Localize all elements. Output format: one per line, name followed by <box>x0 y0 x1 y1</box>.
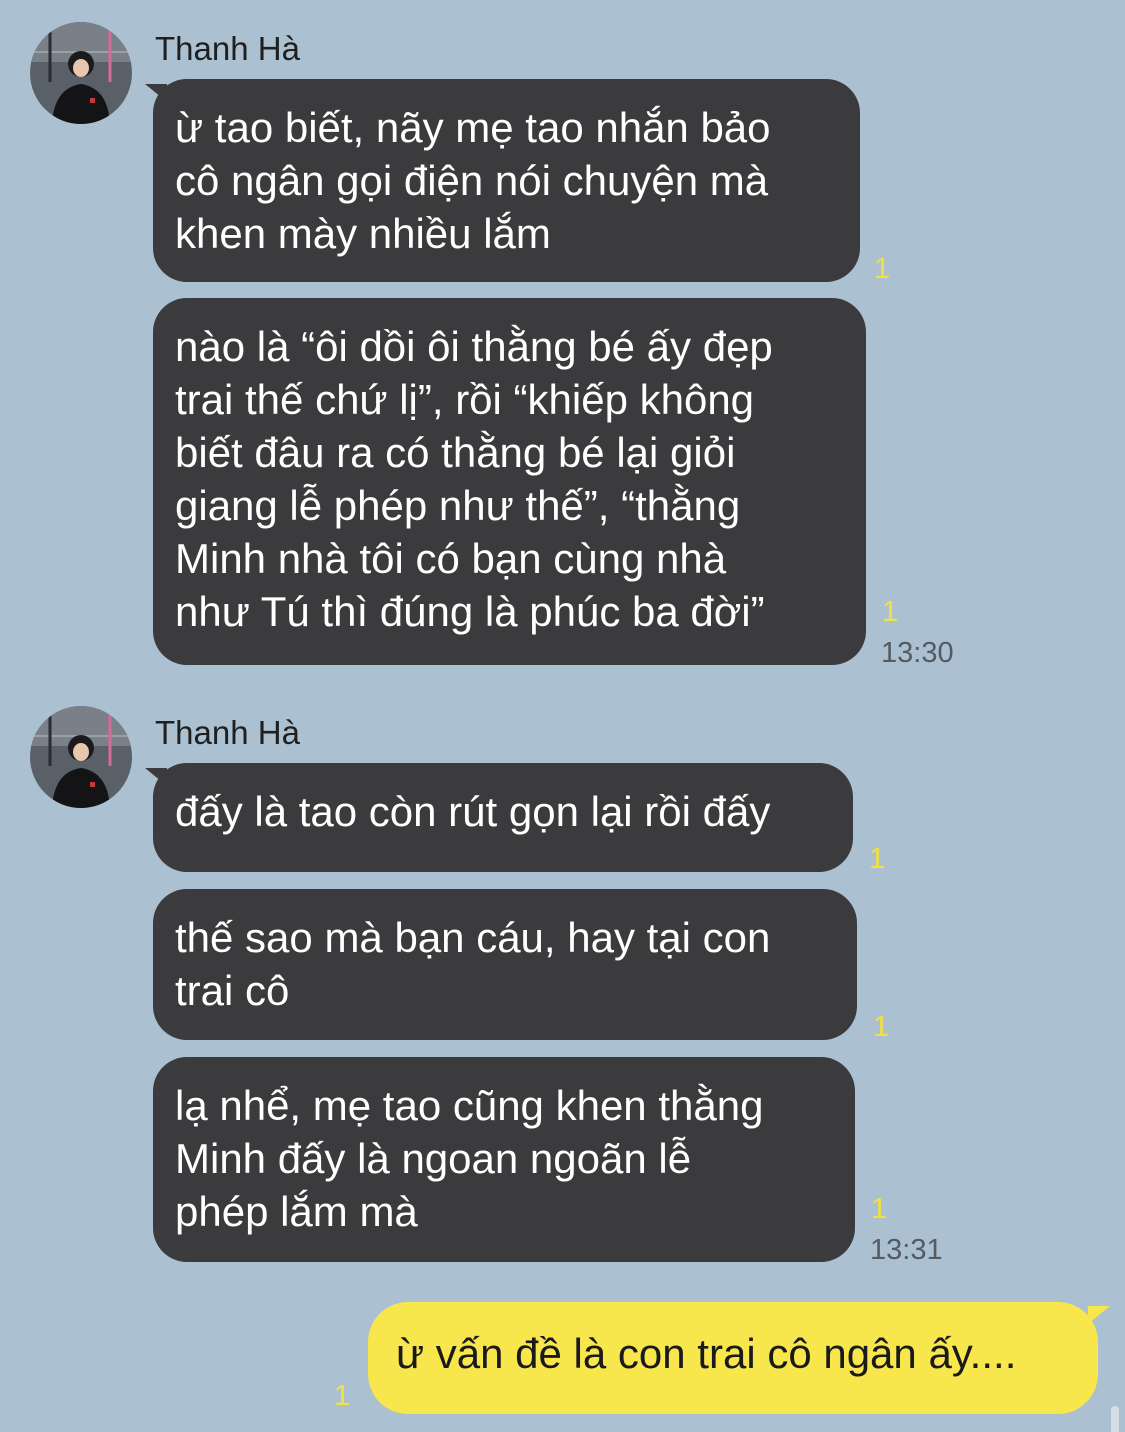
sender-name: Thanh Hà <box>155 30 300 67</box>
profile-photo-icon <box>30 22 132 124</box>
sender-avatar[interactable] <box>30 706 132 808</box>
unread-count: 1 <box>871 1193 888 1225</box>
profile-photo-icon <box>30 706 132 808</box>
message-text: lạ nhể, mẹ tao cũng khen thằng Minh đấy … <box>175 1082 764 1235</box>
message-text: ừ tao biết, nãy mẹ tao nhắn bảo cô ngân … <box>175 104 771 257</box>
unread-count: 1 <box>334 1380 351 1412</box>
unread-count: 1 <box>873 1011 890 1043</box>
unread-count: 1 <box>882 596 899 628</box>
sender-avatar[interactable] <box>30 22 132 124</box>
message-text: đấy là tao còn rút gọn lại rồi đấy <box>175 788 771 835</box>
message-text: thế sao mà bạn cáu, hay tại con trai cô <box>175 914 771 1014</box>
scrollbar[interactable] <box>1111 1406 1119 1432</box>
message-bubble[interactable]: lạ nhể, mẹ tao cũng khen thằng Minh đấy … <box>153 1057 855 1262</box>
message-bubble[interactable]: đấy là tao còn rút gọn lại rồi đấy <box>153 763 853 872</box>
sender-name: Thanh Hà <box>155 714 300 751</box>
message-timestamp: 13:30 <box>881 637 954 669</box>
unread-count: 1 <box>874 253 891 285</box>
message-bubble[interactable]: ừ tao biết, nãy mẹ tao nhắn bảo cô ngân … <box>153 79 860 282</box>
message-timestamp: 13:31 <box>870 1234 943 1266</box>
message-bubble[interactable]: nào là “ôi dồi ôi thằng bé ấy đẹp trai t… <box>153 298 866 665</box>
unread-count: 1 <box>869 843 886 875</box>
outgoing-message-bubble[interactable]: ừ vấn đề là con trai cô ngân ấy.... <box>368 1302 1098 1414</box>
message-text: ừ vấn đề là con trai cô ngân ấy.... <box>396 1330 1017 1377</box>
bubble-tail <box>1088 1306 1110 1324</box>
message-bubble[interactable]: thế sao mà bạn cáu, hay tại con trai cô <box>153 889 857 1040</box>
message-text: nào là “ôi dồi ôi thằng bé ấy đẹp trai t… <box>175 323 773 635</box>
